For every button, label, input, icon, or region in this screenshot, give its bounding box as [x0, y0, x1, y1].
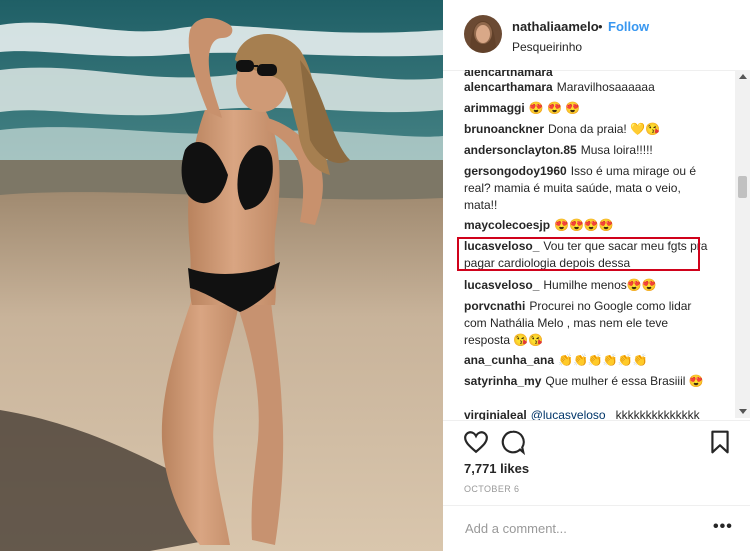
post-header: nathaliaamelo • Follow Pesqueirinho [443, 0, 750, 71]
comment-text: Musa loira!!!!! [580, 143, 653, 157]
comment-text: Maravilhosaaaaaa [556, 80, 655, 94]
comment-bar: ••• [443, 505, 750, 552]
post-photo[interactable] [0, 0, 443, 551]
username[interactable]: nathaliaamelo [512, 19, 599, 34]
scroll-thumb[interactable] [738, 176, 747, 198]
follow-button[interactable]: Follow [608, 19, 649, 34]
highlight-box [457, 237, 700, 271]
comment-username[interactable]: brunoanckner [464, 122, 544, 136]
comment-username[interactable]: ana_cunha_ana [464, 353, 554, 367]
post-date: OCTOBER 6 [464, 484, 520, 494]
comment-username[interactable]: alencarthamara [464, 80, 553, 94]
comment-text: Humilhe menos😍😍 [543, 278, 657, 292]
comment-username[interactable]: alencarthamara [464, 70, 553, 79]
comment-bubble-icon[interactable] [500, 429, 526, 456]
comment-item: gersongodoy1960 Isso é uma mirage ou é re… [464, 163, 716, 214]
location-link[interactable]: Pesqueirinho [512, 40, 582, 54]
scroll-up-arrow-icon[interactable] [739, 74, 747, 79]
more-options-button[interactable]: ••• [713, 518, 733, 536]
comment-username[interactable]: satyrinha_my [464, 374, 541, 388]
action-bar [443, 420, 750, 461]
comments-scrollbar[interactable] [735, 70, 750, 418]
separator-dot: • [598, 19, 603, 34]
comments-list[interactable]: alencarthamara alencarthamara Maravilhosa… [443, 70, 750, 420]
avatar[interactable] [464, 15, 502, 53]
comment-text: Dona da praia! 💛😘 [548, 122, 660, 136]
comment-text: kkkkkkkkkkkkkk [615, 408, 700, 420]
comment-username[interactable]: andersonclayton.85 [464, 143, 577, 157]
comment-item: alencarthamara Maravilhosaaaaaa [464, 79, 716, 96]
comment-text: 👏👏👏👏👏👏 [558, 353, 648, 367]
scroll-down-arrow-icon[interactable] [739, 409, 747, 414]
comment-username[interactable]: maycolecoesjp [464, 218, 550, 232]
comment-item: maycolecoesjp 😍😍😍😍 [464, 217, 716, 234]
heart-icon[interactable] [463, 429, 489, 455]
bookmark-icon[interactable] [707, 429, 733, 455]
comment-text: 😍 😍 😍 [528, 101, 581, 115]
comment-item: brunoanckner Dona da praia! 💛😘 [464, 121, 716, 138]
comment-text: 😍😍😍😍 [554, 218, 614, 232]
comment-item: satyrinha_my Que mulher é essa Brasiiil 😍 [464, 373, 716, 390]
post-side-panel: nathaliaamelo • Follow Pesqueirinho alen… [443, 0, 750, 551]
comment-item: andersonclayton.85 Musa loira!!!!! [464, 142, 716, 159]
likes-count[interactable]: 7,771 likes [464, 461, 529, 476]
comment-item: virginialeal @lucasveloso_ kkkkkkkkkkkkkk [464, 407, 716, 420]
comment-input[interactable] [463, 516, 697, 540]
comment-item: ana_cunha_ana 👏👏👏👏👏👏 [464, 352, 716, 369]
comment-username[interactable]: gersongodoy1960 [464, 164, 567, 178]
comment-item: arimmaggi 😍 😍 😍 [464, 100, 716, 117]
comment-username[interactable]: virginialeal [464, 408, 527, 420]
comment-item: porvcnathi Procurei no Google como lidar … [464, 298, 716, 349]
comment-username[interactable]: lucasveloso_ [464, 278, 539, 292]
comment-text: Que mulher é essa Brasiiil 😍 [545, 374, 704, 388]
comment-item: lucasveloso_ Humilhe menos😍😍 [464, 277, 716, 294]
comment-username[interactable]: porvcnathi [464, 299, 525, 313]
comment-mention[interactable]: @lucasveloso_ [531, 408, 613, 420]
comment-username[interactable]: arimmaggi [464, 101, 525, 115]
